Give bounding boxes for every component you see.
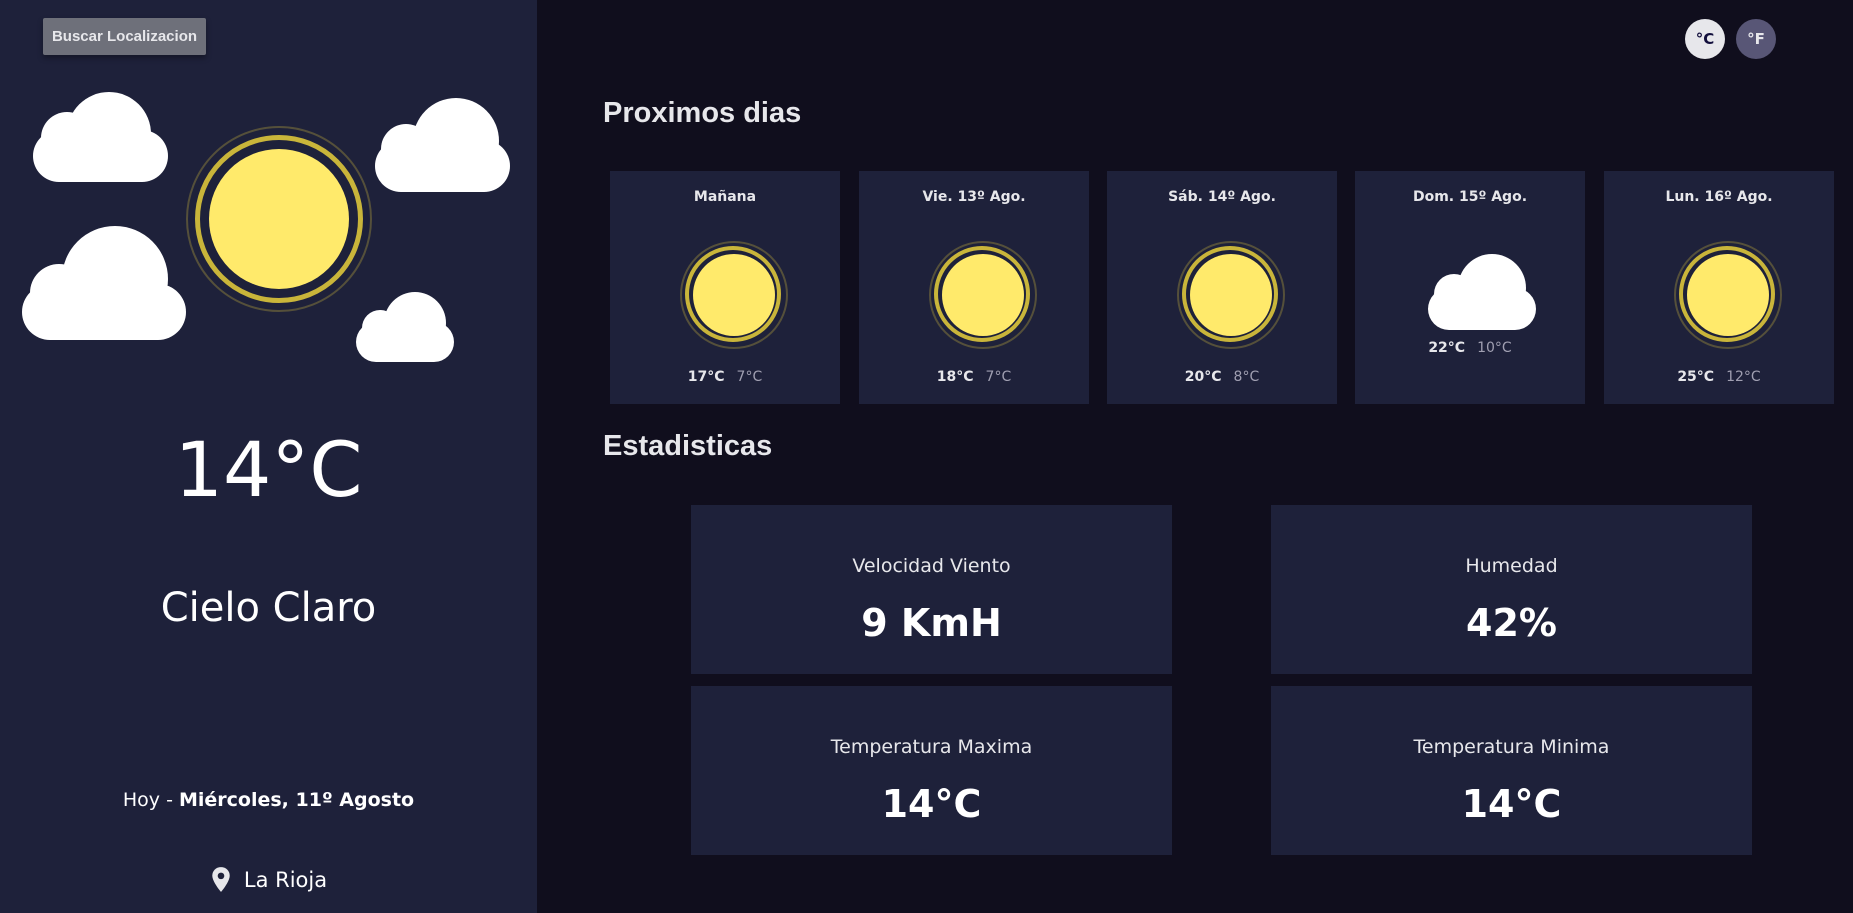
forecast-day-name: Lun. 16º Ago.: [1665, 189, 1773, 205]
location-name: La Rioja: [243, 868, 328, 892]
forecast-title: Proximos dias: [603, 97, 802, 129]
forecast-temps: 18°C 7°C: [859, 369, 1089, 385]
forecast-min: 12°C: [1726, 369, 1761, 385]
forecast-max: 20°C: [1184, 369, 1222, 385]
sun-icon: [1177, 241, 1285, 349]
forecast-max: 18°C: [936, 369, 974, 385]
stat-label: Temperatura Minima: [1413, 736, 1610, 758]
forecast-min: 7°C: [736, 369, 763, 385]
forecast-temps: 22°C 10°C: [1355, 340, 1585, 356]
forecast-min: 7°C: [985, 369, 1012, 385]
forecast-card: Lun. 16º Ago. 25°C 12°C: [1604, 171, 1834, 404]
sidebar: Buscar Localizacion 14°C Cielo Claro Hoy…: [0, 0, 537, 913]
forecast-min: 8°C: [1233, 369, 1260, 385]
forecast-day-name: Sáb. 14º Ago.: [1168, 189, 1276, 205]
stat-card-humidity: Humedad 42%: [1271, 505, 1752, 674]
stat-value: 14°C: [881, 782, 982, 826]
location-pin-icon: [212, 867, 230, 892]
stat-label: Velocidad Viento: [852, 555, 1011, 577]
forecast-day-name: Dom. 15º Ago.: [1412, 189, 1528, 205]
stat-value: 9 KmH: [861, 601, 1002, 645]
stat-label: Humedad: [1465, 555, 1558, 577]
date-prefix: Hoy -: [122, 789, 179, 811]
forecast-day-name: Vie. 13º Ago.: [922, 189, 1026, 205]
forecast-card: Mañana 17°C 7°C: [610, 171, 840, 404]
forecast-temps: 20°C 8°C: [1107, 369, 1337, 385]
forecast-temps: 17°C 7°C: [610, 369, 840, 385]
forecast-card: Dom. 15º Ago. 22°C 10°C: [1355, 171, 1585, 404]
forecast-temps: 25°C 12°C: [1604, 369, 1834, 385]
forecast-min: 10°C: [1477, 340, 1512, 356]
stat-card-wind: Velocidad Viento 9 KmH: [691, 505, 1172, 674]
stat-label: Temperatura Maxima: [830, 736, 1033, 758]
celsius-toggle[interactable]: °C: [1685, 19, 1725, 59]
sun-icon: [1674, 241, 1782, 349]
stat-value: 42%: [1466, 601, 1557, 645]
weather-illustration: [0, 90, 537, 380]
forecast-max: 22°C: [1428, 340, 1466, 356]
current-date: Hoy - Miércoles, 11º Agosto: [0, 789, 537, 811]
weather-condition: Cielo Claro: [160, 585, 377, 631]
cloud-icon: [33, 92, 168, 182]
sun-icon: [680, 241, 788, 349]
cloud-icon: [375, 98, 510, 192]
forecast-card: Sáb. 14º Ago. 20°C 8°C: [1107, 171, 1337, 404]
location: La Rioja: [0, 866, 537, 894]
stat-card-min-temp: Temperatura Minima 14°C: [1271, 686, 1752, 855]
sun-icon: [186, 126, 372, 312]
forecast-max: 25°C: [1677, 369, 1715, 385]
cloud-icon: [356, 292, 454, 362]
current-temperature: 14°C: [174, 425, 363, 514]
cloud-icon: [1428, 254, 1536, 330]
fahrenheit-toggle[interactable]: °F: [1736, 19, 1776, 59]
sun-icon: [929, 241, 1037, 349]
date-value: Miércoles, 11º Agosto: [178, 789, 415, 811]
stat-value: 14°C: [1461, 782, 1562, 826]
forecast-max: 17°C: [687, 369, 725, 385]
forecast-day-name: Mañana: [693, 189, 757, 205]
stats-title: Estadisticas: [603, 430, 773, 462]
search-location-button[interactable]: Buscar Localizacion: [43, 18, 206, 55]
cloud-icon: [22, 226, 186, 340]
stat-card-max-temp: Temperatura Maxima 14°C: [691, 686, 1172, 855]
forecast-card: Vie. 13º Ago. 18°C 7°C: [859, 171, 1089, 404]
